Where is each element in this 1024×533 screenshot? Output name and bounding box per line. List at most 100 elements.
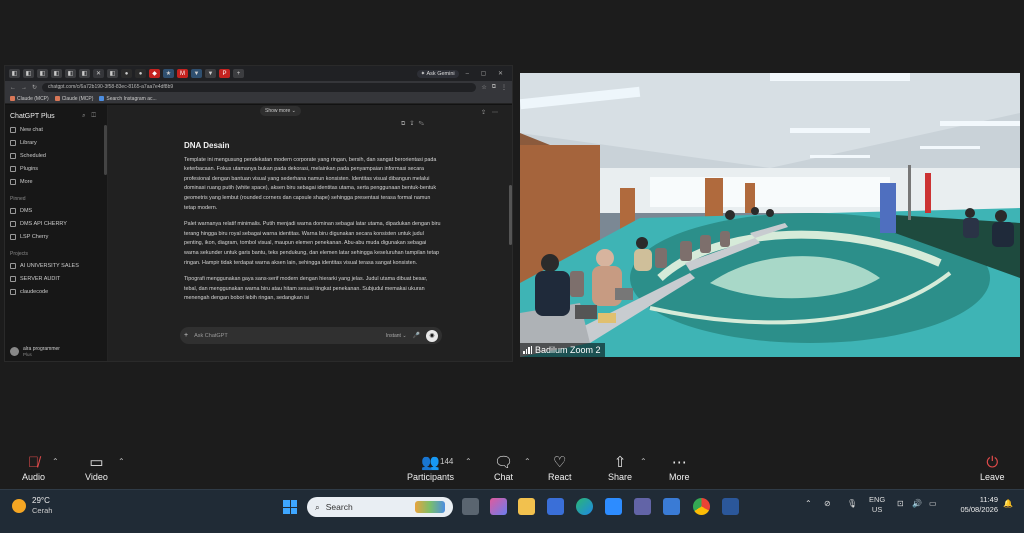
word-icon[interactable] (722, 498, 739, 515)
sidebar-item-scheduled[interactable]: Scheduled (10, 149, 102, 162)
message-action-icons[interactable]: ⧉⇪✎ (401, 121, 429, 128)
reload-icon[interactable]: ↻ (32, 84, 37, 91)
sidebar-header-icons[interactable]: ⌕◫ (82, 113, 102, 120)
forward-icon[interactable]: → (21, 85, 27, 91)
network-icon[interactable]: ⊡ (897, 499, 904, 508)
sidebar-item-new-chat[interactable]: New chat (10, 123, 102, 136)
sidebar-header: ChatGPT Plus ⌕◫ (10, 109, 102, 123)
chat-composer[interactable]: + Ask ChatGPT Instant ⌄ 🎤 ◉ (180, 327, 442, 344)
sidebar-item-library[interactable]: Library (10, 136, 102, 149)
participant-name: Badilum Zoom 2 (535, 345, 601, 355)
bookmark-star-icon[interactable]: ☆ (481, 84, 486, 91)
language-indicator[interactable]: ENG US (869, 495, 885, 515)
sidebar-item-plugins[interactable]: Plugins (10, 162, 102, 175)
chat-scrollbar[interactable] (509, 185, 512, 245)
user-profile[interactable]: alra programmer Plus (10, 343, 102, 359)
chat-button[interactable]: 🗨 Chat (494, 453, 513, 482)
browser-tab-active[interactable]: ✕ (93, 69, 104, 78)
chat-options-caret[interactable]: ⌃ (524, 457, 531, 466)
audio-button[interactable]: 🎙̸ Audio (22, 453, 45, 482)
bookmark-item[interactable]: Search Instagram ac... (99, 96, 157, 102)
weather-widget[interactable]: 29°C Cerah (12, 496, 52, 516)
participants-icon: 👥 (421, 454, 440, 471)
leave-button[interactable]: ⏻ Leave (980, 453, 1005, 482)
user-name: alra programmer (23, 345, 60, 352)
taskbar-search[interactable]: ⌕ Search (307, 497, 453, 517)
browser-tab[interactable]: P (219, 69, 230, 78)
project-item[interactable]: SERVER AUDIT (10, 272, 102, 285)
edge-browser-icon[interactable] (576, 498, 593, 515)
browser-tab[interactable]: ◧ (107, 69, 118, 78)
menu-icon[interactable]: ⋮ (501, 84, 507, 91)
chat-main: Show more ⌄ ⇪⋯ ⧉⇪✎ DNA Desain Template i… (108, 105, 512, 361)
new-tab-button[interactable]: + (233, 69, 244, 78)
camera-off-icon[interactable]: ⊘ (824, 499, 831, 508)
teams-icon[interactable] (634, 498, 651, 515)
volume-icon[interactable]: 🔊 (912, 499, 922, 508)
tray-chevron-icon[interactable]: ⌃ (805, 499, 812, 508)
new-chat-icon (10, 126, 16, 133)
microphone-icon[interactable]: 🎤 (413, 332, 420, 339)
back-icon[interactable]: ← (10, 85, 16, 91)
bookmark-item[interactable]: Claude (MCP) (10, 96, 49, 102)
composer-input[interactable]: Ask ChatGPT (194, 333, 380, 339)
pinned-item[interactable]: DMS API CHERRY (10, 217, 102, 230)
browser-tab[interactable]: ▼ (205, 69, 216, 78)
browser-tab[interactable]: ◆ (149, 69, 160, 78)
pinned-item[interactable]: DMS (10, 204, 102, 217)
project-item[interactable]: AI UNIVERSITY SALES (10, 259, 102, 272)
extensions-icon[interactable]: ⧉ (492, 84, 496, 91)
battery-icon[interactable]: ▭ (929, 499, 937, 508)
browser-tab[interactable]: ◧ (79, 69, 90, 78)
zoom-app-icon[interactable] (605, 498, 622, 515)
share-options-caret[interactable]: ⌃ (640, 457, 647, 466)
share-button[interactable]: ⇧ Share (608, 453, 632, 482)
copilot-icon[interactable] (490, 498, 507, 515)
browser-tab[interactable]: ★ (163, 69, 174, 78)
react-button[interactable]: ♡ React (548, 453, 572, 482)
voice-mode-icon[interactable]: ◉ (426, 329, 438, 342)
notification-bell-icon[interactable]: 🔔 (1003, 499, 1013, 508)
attach-icon[interactable]: + (184, 332, 188, 339)
windows-start-icon[interactable] (283, 500, 297, 514)
share-options-icons[interactable]: ⇪⋯ (481, 109, 504, 116)
browser-tab[interactable]: ● (135, 69, 146, 78)
heart-icon: ♡ (553, 454, 567, 471)
windows-taskbar: 29°C Cerah ⌕ Search ⌃ ⊘ 🎙 ENG US ⊡ 🔊 ▭ 1… (0, 489, 1024, 533)
browser-tab[interactable]: M (177, 69, 188, 78)
browser-tab[interactable]: ● (121, 69, 132, 78)
pinned-header: Pinned (10, 196, 26, 202)
chrome-icon[interactable] (693, 498, 710, 515)
window-controls[interactable]: – ▢ ✕ (466, 70, 508, 77)
pinned-item[interactable]: LSP Cherry (10, 230, 102, 243)
store-icon[interactable] (547, 498, 564, 515)
app-icon[interactable] (663, 498, 680, 515)
browser-tab[interactable]: ▼ (191, 69, 202, 78)
browser-tab[interactable]: ◧ (23, 69, 34, 78)
task-view-icon[interactable] (462, 498, 479, 515)
participants-options-caret[interactable]: ⌃ (465, 457, 472, 466)
browser-tab[interactable]: ◧ (65, 69, 76, 78)
url-field[interactable]: chatgpt.com/c/6a72b190-3f58-83ec-8165-a7… (42, 83, 477, 92)
bookmark-item[interactable]: Claude (MCP) (54, 96, 93, 102)
video-button[interactable]: ▭ Video (85, 453, 108, 482)
library-icon (10, 139, 16, 146)
show-more-button[interactable]: Show more ⌄ (260, 106, 301, 116)
brand-label[interactable]: ChatGPT Plus (10, 113, 55, 120)
bookmarks-bar: Claude (MCP) Claude (MCP) Search Instagr… (5, 94, 512, 104)
sidebar-item-more[interactable]: More (10, 175, 102, 188)
more-button[interactable]: ⋯ More (669, 453, 690, 482)
browser-tab[interactable]: ◧ (37, 69, 48, 78)
file-explorer-icon[interactable] (518, 498, 535, 515)
system-clock[interactable]: 11:49 05/08/2026 (948, 495, 998, 515)
project-item[interactable]: claudecode (10, 285, 102, 298)
browser-tab[interactable]: ◧ (9, 69, 20, 78)
microphone-icon[interactable]: 🎙 (847, 499, 857, 508)
audio-options-caret[interactable]: ⌃ (52, 457, 59, 466)
ask-gemini-button[interactable]: ✦ Ask Gemini (416, 69, 459, 78)
sidebar-scrollbar[interactable] (104, 125, 107, 175)
participant-video[interactable]: Badilum Zoom 2 (520, 73, 1020, 357)
model-selector[interactable]: Instant ⌄ (386, 333, 407, 339)
video-options-caret[interactable]: ⌃ (118, 457, 125, 466)
browser-tab[interactable]: ◧ (51, 69, 62, 78)
